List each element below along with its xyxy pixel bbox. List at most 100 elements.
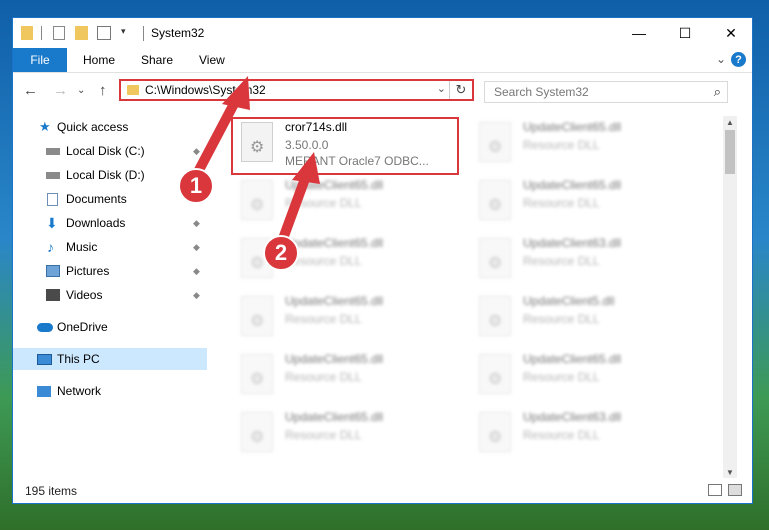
gear-icon: ⚙ [488,197,503,214]
dll-file-icon: ⚙ [241,180,273,220]
file-name: UpdateClient5.dll [523,294,615,308]
file-name: UpdateClient65.dll [285,294,384,308]
file-tile[interactable]: ⚙ UpdateClient65.dll Resource DLL [227,176,452,226]
forward-button[interactable]: → [53,82,68,99]
title-separator [143,26,144,41]
help-icon[interactable]: ? [731,52,746,67]
status-bar: 195 items [13,479,752,503]
sidebar-item-label: Documents [66,192,127,206]
file-tile[interactable]: ⚙ UpdateClient65.dll Resource DLL [465,118,690,168]
pictures-icon [46,265,60,277]
file-explorer-window: ▾ System32 — ☐ ✕ File Home Share View ⌄ … [12,17,753,504]
dll-file-icon: ⚙ [479,296,511,336]
sidebar-item-label: OneDrive [57,320,108,334]
new-folder-icon[interactable] [75,26,88,40]
network-icon [37,385,51,397]
title-bar: ▾ System32 — ☐ ✕ [13,18,752,48]
file-tile[interactable]: ⚙ UpdateClient65.dll Resource DLL [227,408,452,458]
scroll-up-icon[interactable]: ▲ [723,116,737,128]
chevron-down-icon[interactable]: ▾ [121,26,129,40]
sidebar-item-pictures[interactable]: Pictures ◆ [13,260,207,282]
large-icons-view-icon[interactable] [728,484,742,496]
dll-file-icon: ⚙ [479,412,511,452]
tab-view[interactable]: View [199,53,225,67]
scroll-thumb[interactable] [725,130,735,174]
expand-ribbon-icon[interactable]: ⌄ [716,52,726,66]
dll-file-icon: ⚙ [241,412,273,452]
window-title: System32 [151,26,205,40]
tab-share[interactable]: Share [141,53,173,67]
sidebar-item-quick-access[interactable]: ★ Quick access [13,116,207,138]
back-button[interactable]: ← [23,82,38,99]
gear-icon: ⚙ [488,139,503,156]
gear-icon: ⚙ [488,429,503,446]
sidebar-item-music[interactable]: ♪ Music ◆ [13,236,207,258]
file-tile[interactable]: ⚙ UpdateClient65.dll Resource DLL [227,350,452,400]
file-tile[interactable]: ⚙ UpdateClient65.dll Resource DLL [465,350,690,400]
file-name: UpdateClient65.dll [285,352,384,366]
address-path[interactable]: C:\Windows\System32 [145,83,266,97]
document-icon [47,192,58,206]
refresh-button[interactable]: ↻ [449,81,472,99]
sidebar-item-local-disk-c[interactable]: Local Disk (C:) ◆ [13,140,207,162]
file-name: UpdateClient63.dll [523,410,622,424]
step-2-badge: 2 [263,235,299,271]
pin-icon: ◆ [193,265,200,276]
scroll-down-icon[interactable]: ▼ [723,466,737,478]
file-type: Resource DLL [285,370,362,384]
close-button[interactable]: ✕ [708,18,754,48]
file-tile[interactable]: ⚙ UpdateClient65.dll Resource DLL [227,292,452,342]
dll-file-icon: ⚙ [479,238,511,278]
properties-icon[interactable] [53,26,65,40]
file-type: Resource DLL [523,196,600,210]
file-tile[interactable]: ⚙ UpdateClient65.dll Resource DLL [465,176,690,226]
sidebar-item-onedrive[interactable]: OneDrive [13,316,207,338]
sidebar-item-this-pc[interactable]: This PC [13,348,207,370]
chevron-down-icon[interactable]: ⌄ [437,82,446,95]
search-input[interactable]: Search System32 ⌕ [484,81,728,103]
gear-icon: ⚙ [250,197,265,214]
cloud-icon [37,322,53,332]
dll-file-icon: ⚙ [241,354,273,394]
search-icon[interactable]: ⌕ [714,84,721,100]
pin-icon: ◆ [193,217,200,228]
sidebar-item-label: Videos [66,288,103,302]
vertical-scrollbar[interactable]: ▲ ▼ [723,116,737,478]
sidebar-item-label: Quick access [57,120,129,134]
maximize-button[interactable]: ☐ [662,18,708,48]
pin-icon: ◆ [193,241,200,252]
file-name: UpdateClient65.dll [285,178,384,192]
file-type: Resource DLL [523,312,600,326]
gear-icon: ⚙ [250,313,265,330]
file-type: Resource DLL [285,428,362,442]
item-count: 195 items [25,484,78,498]
file-type: Resource DLL [523,428,600,442]
file-tile[interactable]: ⚙ UpdateClient63.dll Resource DLL [465,234,690,284]
recent-locations-button[interactable]: ⌄ [77,85,85,96]
file-name: UpdateClient65.dll [523,178,622,192]
sidebar-item-label: Local Disk (C:) [66,144,145,158]
gear-icon: ⚙ [250,371,265,388]
details-view-icon[interactable] [708,484,722,496]
sidebar-item-videos[interactable]: Videos ◆ [13,284,207,306]
tab-home[interactable]: Home [83,53,115,67]
file-tile[interactable]: ⚙ UpdateClient63.dll Resource DLL [465,408,690,458]
file-type: Resource DLL [285,196,362,210]
dll-file-icon: ⚙ [241,296,273,336]
customize-toolbar-icon[interactable] [97,26,111,40]
pin-icon: ◆ [193,145,200,156]
sidebar-item-label: This PC [57,352,100,366]
file-tile[interactable]: ⚙ UpdateClient65.dll Resource DLL [227,234,452,284]
sidebar-item-downloads[interactable]: ⬇ Downloads ◆ [13,212,207,234]
address-bar[interactable]: C:\Windows\System32 ⌄ ↻ [119,79,474,101]
file-name: UpdateClient65.dll [523,352,622,366]
tab-file[interactable]: File [13,48,67,72]
separator [41,26,42,40]
file-name: UpdateClient63.dll [523,236,622,250]
file-tile[interactable]: ⚙ UpdateClient5.dll Resource DLL [465,292,690,342]
up-button[interactable]: ↑ [99,82,107,99]
file-name: UpdateClient65.dll [285,410,384,424]
minimize-button[interactable]: — [616,18,662,48]
sidebar-item-network[interactable]: Network [13,380,207,402]
step-1-badge: 1 [178,168,214,204]
